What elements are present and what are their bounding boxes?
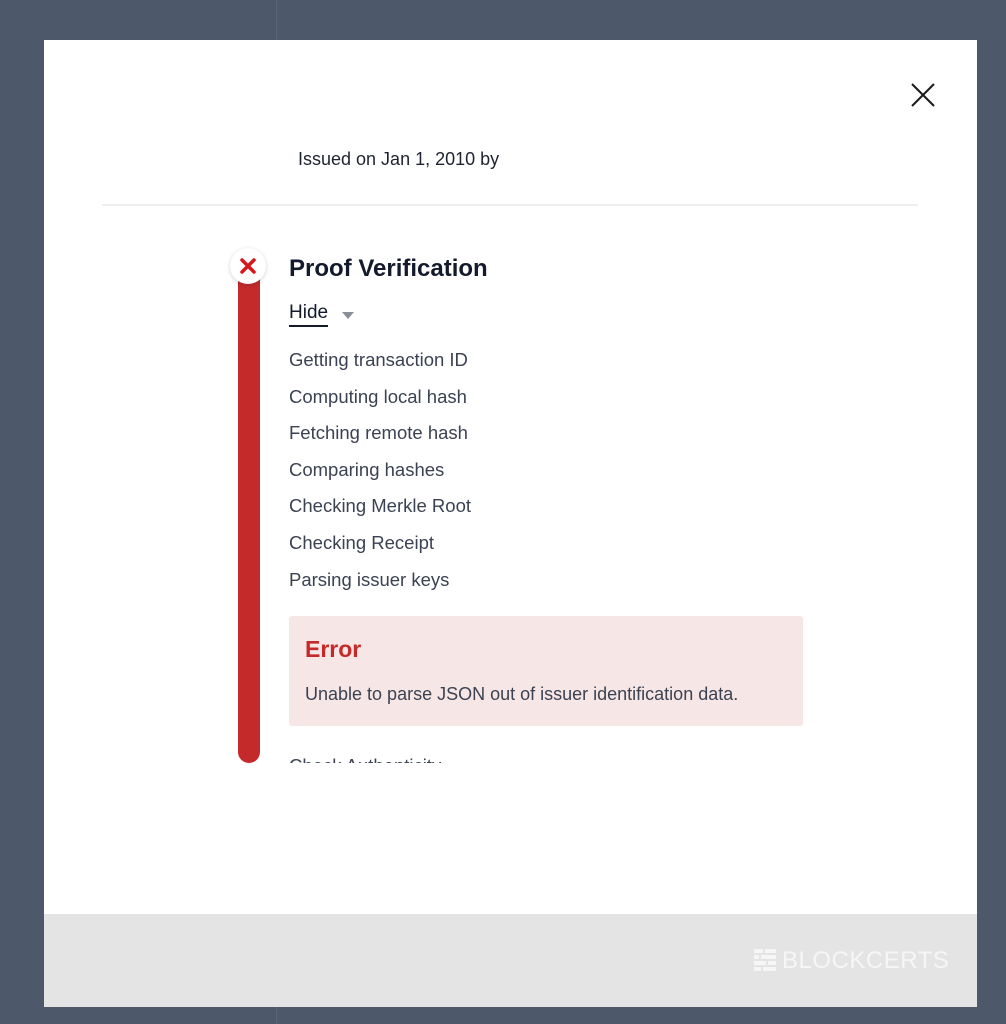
verification-step: Checking Receipt [289, 531, 434, 553]
verification-title: Proof Verification [289, 255, 488, 282]
x-mark-icon [240, 258, 256, 274]
hide-steps-toggle[interactable]: Hide [289, 302, 355, 327]
verification-step: Comparing hashes [289, 458, 445, 480]
next-section-label: Check Authenticity [289, 755, 441, 763]
header-divider [102, 204, 918, 206]
certificate-modal: Issued on Jan 1, 2010 by Proof Verificat… [44, 40, 977, 1007]
status-indicator [230, 248, 266, 284]
verification-step: Parsing issuer keys [289, 568, 450, 590]
verification-step: Checking Merkle Root [289, 495, 471, 517]
next-section-clipped: Check Authenticity [289, 752, 689, 763]
close-icon [911, 83, 935, 107]
hide-toggle-label: Hide [289, 302, 329, 327]
error-title: Error [305, 636, 362, 662]
caret-down-icon [342, 311, 355, 319]
verification-steps-list: Getting transaction ID Computing local h… [289, 346, 471, 602]
error-alert: Error Unable to parse JSON out of issuer… [289, 616, 803, 726]
error-message: Unable to parse JSON out of issuer ident… [305, 684, 739, 704]
verification-step: Computing local hash [289, 385, 467, 407]
blockcerts-logo: BLOCKCERTS [754, 947, 949, 975]
issued-text: Issued on Jan 1, 2010 by [298, 149, 500, 169]
close-button[interactable] [906, 78, 940, 112]
blockcerts-logo-text: BLOCKCERTS [782, 947, 950, 974]
blockcerts-logo-icon [754, 949, 776, 971]
verification-step: Getting transaction ID [289, 349, 468, 370]
modal-footer: BLOCKCERTS [44, 914, 977, 1007]
verification-step: Fetching remote hash [289, 422, 468, 444]
verification-timeline-bar [238, 266, 260, 763]
